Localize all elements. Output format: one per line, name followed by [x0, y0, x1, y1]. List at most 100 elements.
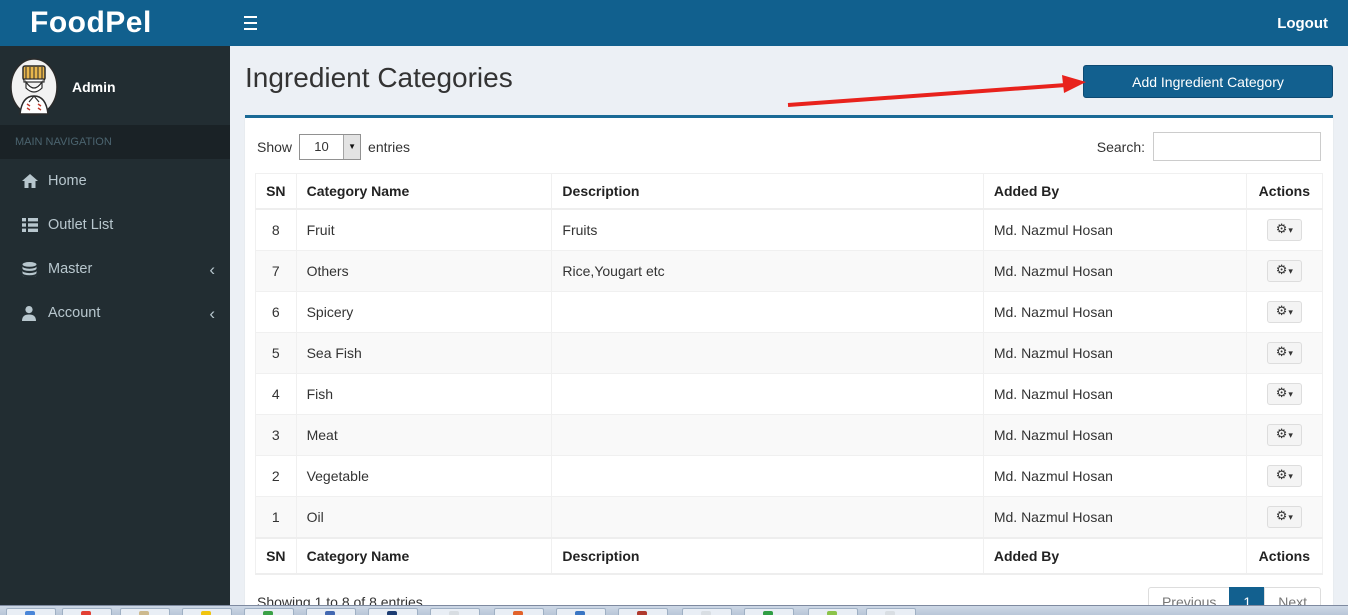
row-actions-button[interactable]: ⚙▾: [1266, 260, 1302, 282]
taskbar-button[interactable]: [244, 608, 294, 615]
taskbar-button[interactable]: [120, 608, 170, 615]
chef-avatar: [10, 57, 58, 116]
caret-down-icon: ▾: [1288, 472, 1293, 482]
cell-category-name: Sea Fish: [295, 332, 553, 374]
home-icon: [22, 174, 48, 188]
cell-added-by: Md. Nazmul Hosan: [982, 414, 1247, 456]
cell-description: Rice,Yougart etc: [551, 250, 984, 292]
cell-description: [551, 291, 984, 333]
cell-actions: ⚙▾: [1245, 414, 1324, 456]
taskbar-button[interactable]: [556, 608, 606, 615]
sidebar-item-label: Master: [48, 261, 93, 277]
column-header-sn[interactable]: SN: [255, 173, 297, 210]
search-control: Search:: [1097, 132, 1321, 161]
taskbar-button[interactable]: [306, 608, 356, 615]
cell-actions: ⚙▾: [1245, 291, 1324, 333]
cell-description: [551, 373, 984, 415]
row-actions-button[interactable]: ⚙▾: [1266, 424, 1302, 446]
cell-actions: ⚙▾: [1245, 208, 1324, 251]
show-label: Show: [257, 138, 293, 155]
page-length-select[interactable]: 10 ▼: [299, 133, 362, 160]
cell-added-by: Md. Nazmul Hosan: [982, 455, 1247, 497]
cell-description: Fruits: [551, 208, 984, 251]
table-row: 5 Sea Fish Md. Nazmul Hosan ⚙▾: [255, 332, 1324, 374]
cell-description: [551, 332, 984, 374]
sidebar-section-label: MAIN NAVIGATION: [0, 125, 230, 159]
caret-down-icon: ▾: [1288, 349, 1293, 359]
search-input[interactable]: [1153, 132, 1321, 161]
caret-down-icon: ▾: [1288, 431, 1293, 441]
sidebar-item-account[interactable]: Account ‹: [0, 291, 230, 335]
caret-down-icon: ▾: [1288, 226, 1293, 236]
taskbar-button[interactable]: [808, 608, 858, 615]
cell-sn: 6: [255, 291, 297, 333]
page-length-value: 10: [314, 139, 329, 154]
entries-label: entries: [368, 138, 411, 155]
footer-header-category-name: Category Name: [295, 537, 553, 575]
sidebar-item-label: Home: [48, 173, 87, 189]
cell-category-name: Oil: [295, 496, 553, 539]
brand-logo[interactable]: FoodPel: [0, 0, 230, 46]
taskbar-button[interactable]: [866, 608, 916, 615]
taskbar-button[interactable]: [682, 608, 732, 615]
cell-sn: 2: [255, 455, 297, 497]
column-header-actions[interactable]: Actions: [1245, 173, 1324, 210]
cell-description: [551, 414, 984, 456]
taskbar-button[interactable]: [744, 608, 794, 615]
taskbar-button[interactable]: [494, 608, 544, 615]
row-actions-button[interactable]: ⚙▾: [1266, 342, 1302, 364]
cell-category-name: Fish: [295, 373, 553, 415]
cell-added-by: Md. Nazmul Hosan: [982, 332, 1247, 374]
sidebar-item-outlet-list[interactable]: Outlet List: [0, 203, 230, 247]
taskbar-button[interactable]: [368, 608, 418, 615]
row-actions-button[interactable]: ⚙▾: [1266, 219, 1302, 241]
cell-description: [551, 455, 984, 497]
column-header-description[interactable]: Description: [551, 173, 984, 210]
add-ingredient-category-button[interactable]: Add Ingredient Category: [1083, 65, 1333, 98]
gear-icon: ⚙: [1275, 386, 1288, 401]
row-actions-button[interactable]: ⚙▾: [1266, 465, 1302, 487]
column-header-category-name[interactable]: Category Name: [295, 173, 553, 210]
chevron-left-icon: ‹: [209, 259, 215, 279]
table-footer-row: SN Category Name Description Added By Ac…: [255, 537, 1324, 575]
gear-icon: ⚙: [1275, 222, 1288, 237]
cell-added-by: Md. Nazmul Hosan: [982, 496, 1247, 539]
cell-sn: 7: [255, 250, 297, 292]
cell-sn: 4: [255, 373, 297, 415]
footer-header-actions: Actions: [1245, 537, 1324, 575]
taskbar-button[interactable]: [182, 608, 232, 615]
taskbar-button[interactable]: [62, 608, 112, 615]
footer-header-description: Description: [551, 537, 984, 575]
sidebar-item-home[interactable]: Home: [0, 159, 230, 203]
row-actions-button[interactable]: ⚙▾: [1266, 383, 1302, 405]
table-body: 8 Fruit Fruits Md. Nazmul Hosan ⚙▾ 7 Oth…: [255, 208, 1324, 539]
cell-description: [551, 496, 984, 539]
table-row: 6 Spicery Md. Nazmul Hosan ⚙▾: [255, 291, 1324, 333]
taskbar-button[interactable]: [6, 608, 56, 615]
cell-added-by: Md. Nazmul Hosan: [982, 250, 1247, 292]
table-toolbar: Show 10 ▼ entries Search:: [255, 128, 1323, 173]
row-actions-button[interactable]: ⚙▾: [1266, 506, 1302, 528]
sidebar-toggle-icon[interactable]: [230, 0, 270, 46]
taskbar-button[interactable]: [430, 608, 480, 615]
cell-added-by: Md. Nazmul Hosan: [982, 208, 1247, 251]
cell-actions: ⚙▾: [1245, 332, 1324, 374]
sidebar: Admin MAIN NAVIGATION Home Outlet List M…: [0, 46, 230, 615]
page-length-control: Show 10 ▼ entries: [257, 133, 411, 160]
sidebar-item-label: Account: [48, 305, 101, 321]
main-content: Ingredient Categories Add Ingredient Cat…: [230, 46, 1348, 615]
sidebar-item-master[interactable]: Master ‹: [0, 247, 230, 291]
cell-sn: 8: [255, 208, 297, 251]
row-actions-button[interactable]: ⚙▾: [1266, 301, 1302, 323]
windows-taskbar: [0, 605, 1348, 615]
cell-added-by: Md. Nazmul Hosan: [982, 291, 1247, 333]
table-row: 3 Meat Md. Nazmul Hosan ⚙▾: [255, 414, 1324, 456]
table-row: 1 Oil Md. Nazmul Hosan ⚙▾: [255, 496, 1324, 539]
select-arrow-icon: ▼: [343, 134, 361, 159]
taskbar-button[interactable]: [618, 608, 668, 615]
logout-link[interactable]: Logout: [1277, 15, 1348, 32]
ingredient-categories-table: SN Category Name Description Added By Ac…: [255, 173, 1324, 575]
gear-icon: ⚙: [1275, 263, 1288, 278]
column-header-added-by[interactable]: Added By: [982, 173, 1247, 210]
gear-icon: ⚙: [1275, 468, 1288, 483]
